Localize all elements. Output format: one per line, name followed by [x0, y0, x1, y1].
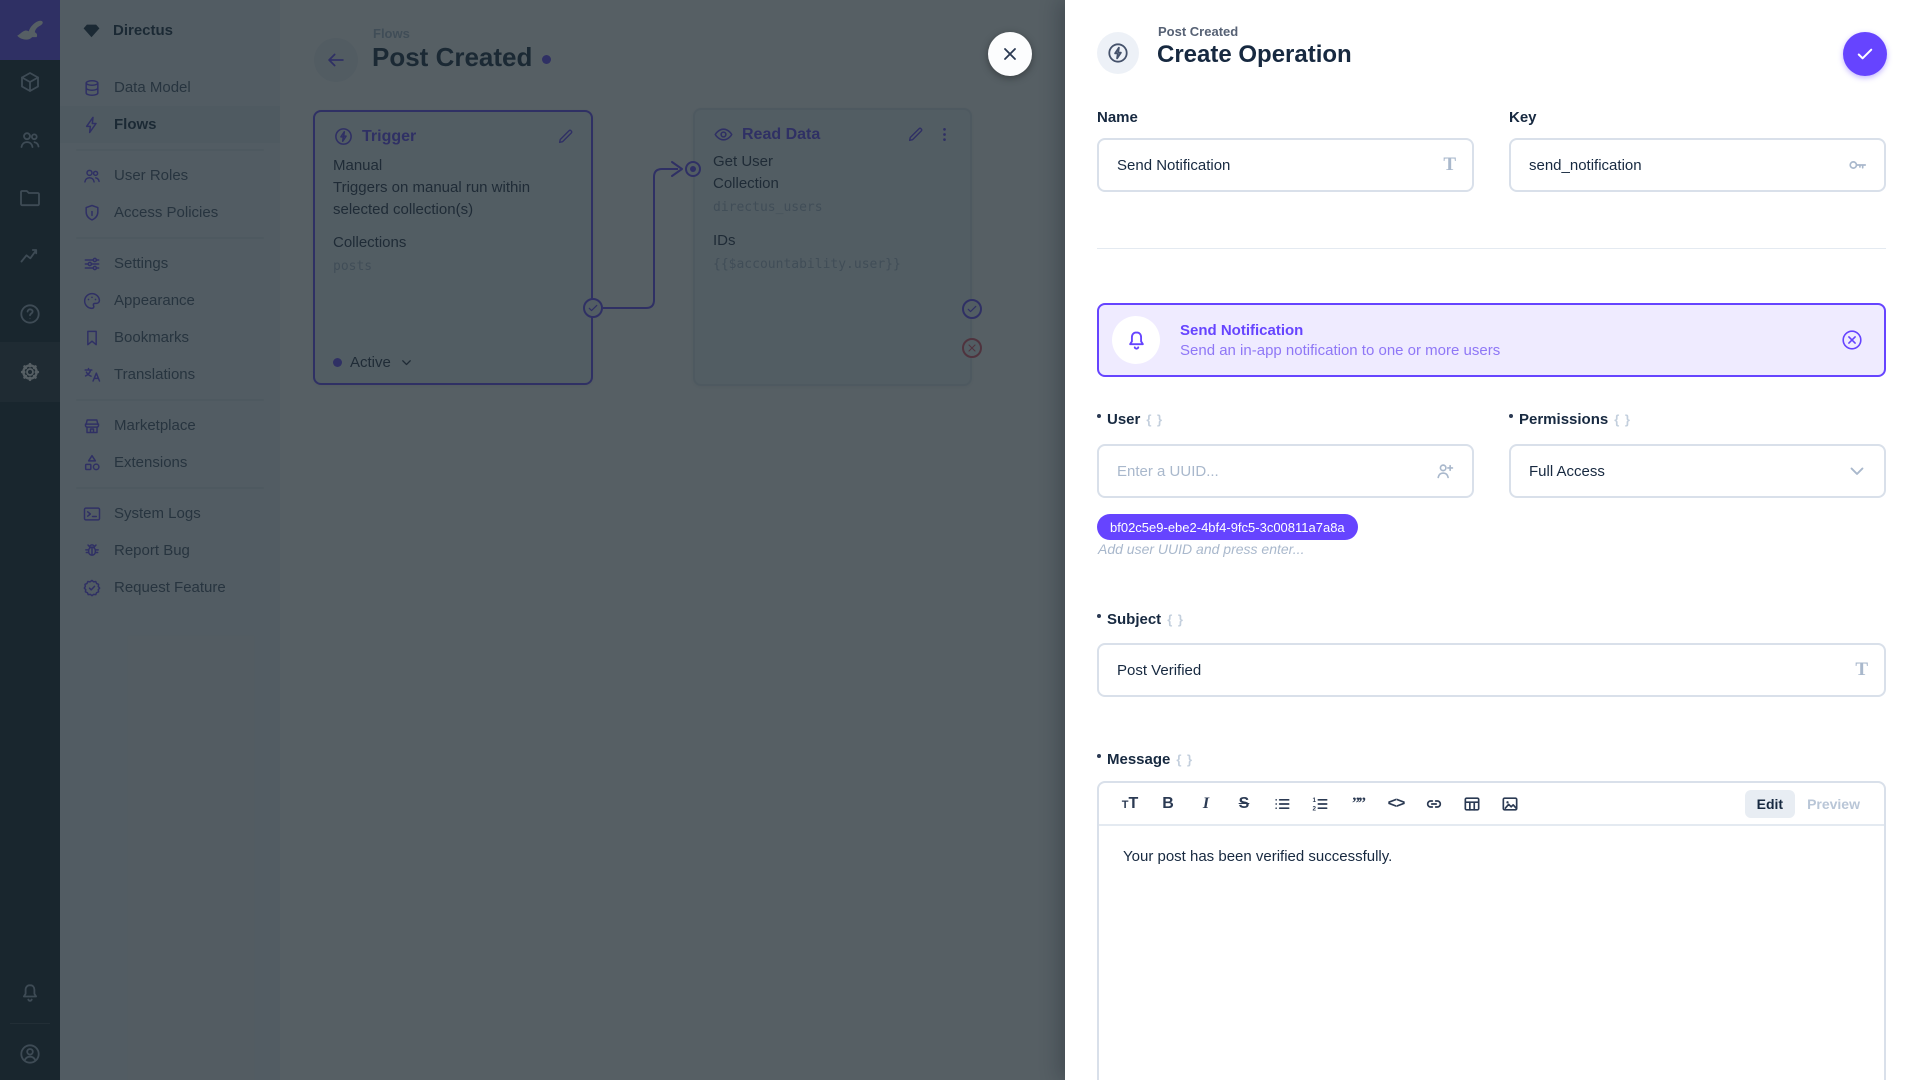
key-input[interactable]: send_notification — [1509, 138, 1886, 192]
permissions-field-label: Permissions { } — [1517, 411, 1631, 428]
table-icon — [1462, 794, 1482, 814]
toolbar-image-button[interactable] — [1491, 787, 1529, 821]
close-drawer-button[interactable] — [988, 32, 1032, 76]
raw-value-toggle-icon[interactable]: { } — [1167, 612, 1184, 627]
strikethrough-icon: S — [1239, 795, 1250, 813]
drawer-breadcrumb: Post Created — [1158, 24, 1238, 39]
toolbar-strikethrough-button[interactable]: S — [1225, 787, 1263, 821]
name-field-label: Name — [1097, 109, 1138, 126]
close-icon — [1000, 44, 1020, 64]
operation-type-subtitle: Send an in-app notification to one or mo… — [1180, 342, 1820, 359]
text-format-icon: T — [1855, 659, 1868, 681]
required-dot — [1097, 614, 1101, 618]
editor-toolbar: TTBIS12””<> Edit Preview — [1099, 783, 1884, 826]
notification-bell-icon — [1112, 316, 1160, 364]
required-dot — [1097, 754, 1101, 758]
required-dot — [1097, 414, 1101, 418]
chevron-down-icon — [1846, 460, 1868, 482]
required-dot — [1509, 414, 1513, 418]
check-icon — [1855, 44, 1875, 64]
create-operation-drawer: Post Created Create Operation Name Send … — [1065, 0, 1920, 1080]
toolbar-link-button[interactable] — [1415, 787, 1453, 821]
app: Directus Data ModelFlowsUser RolesAccess… — [0, 0, 1920, 1080]
toolbar-bullet-list-button[interactable] — [1263, 787, 1301, 821]
uuid-helper-text: Add user UUID and press enter... — [1098, 541, 1304, 557]
heading-icon: TT — [1122, 795, 1139, 813]
drawer-backdrop[interactable] — [0, 0, 1065, 1080]
permissions-select[interactable]: Full Access — [1509, 444, 1886, 498]
code-icon: <> — [1388, 795, 1405, 813]
user-field-label: User { } — [1105, 411, 1163, 428]
italic-icon: I — [1203, 795, 1209, 813]
flow-icon-badge — [1097, 32, 1139, 74]
operation-type-title: Send Notification — [1180, 322, 1820, 339]
add-user-icon[interactable] — [1434, 460, 1456, 482]
user-uuid-input[interactable]: Enter a UUID... — [1097, 444, 1474, 498]
text-format-icon: T — [1443, 154, 1456, 176]
raw-value-toggle-icon[interactable]: { } — [1614, 412, 1631, 427]
section-divider — [1097, 248, 1886, 249]
link-icon — [1424, 794, 1444, 814]
deselect-operation-button[interactable] — [1840, 328, 1864, 352]
message-field-label: Message { } — [1105, 751, 1193, 768]
toolbar-table-button[interactable] — [1453, 787, 1491, 821]
blockquote-icon: ”” — [1352, 795, 1364, 813]
toolbar-bold-button[interactable]: B — [1149, 787, 1187, 821]
operation-type-banner[interactable]: Send Notification Send an in-app notific… — [1097, 303, 1886, 377]
toolbar-code-button[interactable]: <> — [1377, 787, 1415, 821]
user-uuid-chip[interactable]: bf02c5e9-ebe2-4bf4-9fc5-3c00811a7a8a — [1097, 514, 1358, 540]
toolbar-italic-button[interactable]: I — [1187, 787, 1225, 821]
bullet-list-icon — [1272, 794, 1292, 814]
name-input[interactable]: Send Notification T — [1097, 138, 1474, 192]
bold-icon: B — [1162, 795, 1174, 813]
toolbar-heading-button[interactable]: TT — [1111, 787, 1149, 821]
subject-input[interactable]: Post Verified T — [1097, 643, 1886, 697]
toolbar-blockquote-button[interactable]: ”” — [1339, 787, 1377, 821]
raw-value-toggle-icon[interactable]: { } — [1146, 412, 1163, 427]
svg-text:1: 1 — [1313, 796, 1317, 803]
image-icon — [1500, 794, 1520, 814]
toolbar-numbered-list-button[interactable]: 12 — [1301, 787, 1339, 821]
edit-tab[interactable]: Edit — [1745, 790, 1795, 818]
raw-value-toggle-icon[interactable]: { } — [1176, 752, 1193, 767]
svg-text:2: 2 — [1313, 805, 1317, 812]
drawer-title: Create Operation — [1157, 41, 1352, 69]
key-icon — [1846, 154, 1868, 176]
bolt-circle-icon — [1106, 41, 1130, 65]
message-editor: TTBIS12””<> Edit Preview Your post has b… — [1097, 781, 1886, 1080]
key-field-label: Key — [1509, 109, 1537, 126]
preview-tab[interactable]: Preview — [1795, 790, 1872, 818]
save-button[interactable] — [1843, 32, 1887, 76]
subject-field-label: Subject { } — [1105, 611, 1184, 628]
numbered-list-icon: 12 — [1310, 794, 1330, 814]
message-textarea[interactable]: Your post has been verified successfully… — [1099, 826, 1884, 887]
circle-x-icon — [1840, 328, 1864, 352]
